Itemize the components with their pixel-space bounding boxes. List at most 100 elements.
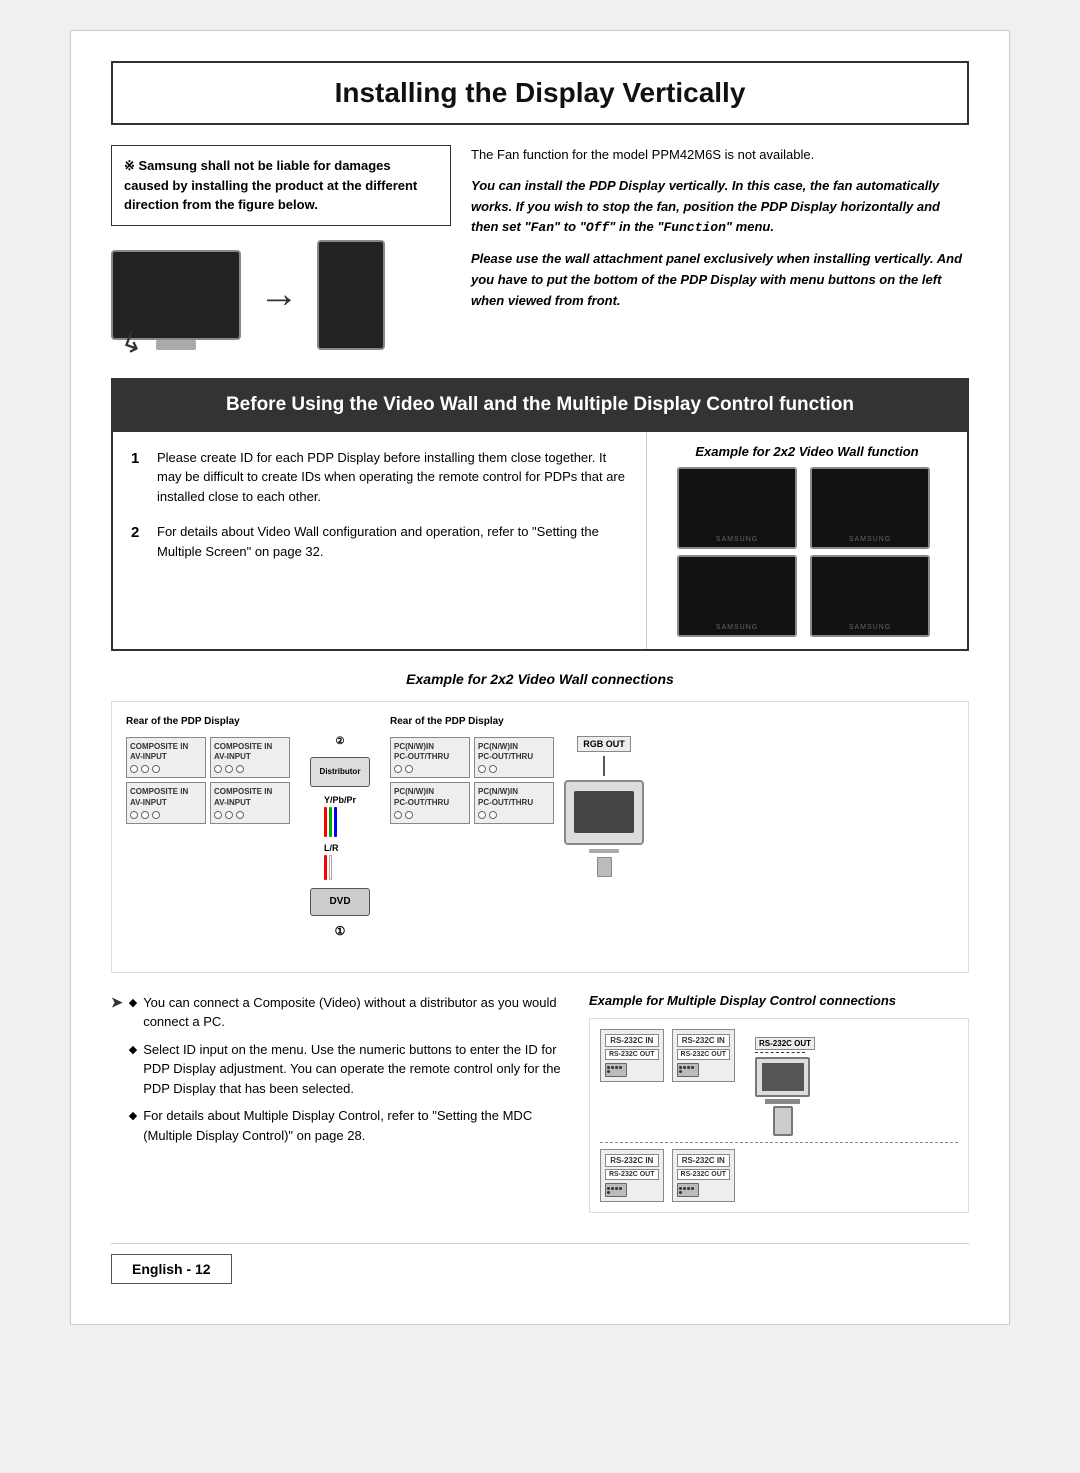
comp-tower — [773, 1106, 793, 1136]
video-wall-grid — [677, 467, 937, 637]
left-column: ※ Samsung shall not be liable for damage… — [111, 145, 451, 350]
wall-attachment-note: Please use the wall attachment panel exc… — [471, 249, 969, 311]
rgb-out-section: RGB OUT — [564, 716, 644, 877]
vw-cell-2 — [810, 467, 930, 549]
circle-2: ② — [336, 736, 345, 747]
arrow-text: ➤ You can connect a Composite (Video) wi… — [111, 993, 569, 1154]
circle-1: ① — [335, 924, 346, 938]
dashed-connector — [755, 1052, 805, 1054]
cable-section: Y/Pb/Pr L/R — [324, 795, 356, 880]
monitor-screen — [574, 791, 634, 833]
bottom-section: ➤ You can connect a Composite (Video) wi… — [111, 993, 969, 1214]
section2-body: 1 Please create ID for each PDP Display … — [111, 432, 969, 651]
port-dot — [236, 811, 244, 819]
port-dot — [214, 765, 222, 773]
bottom-right: Example for Multiple Display Control con… — [589, 993, 969, 1214]
left-pdp-section: Rear of the PDP Display COMPOSITE INAV-I… — [126, 716, 290, 825]
mdc-cell-3: RS-232C IN RS-232C OUT — [600, 1149, 664, 1202]
distributor-section: ② Distributor Y/Pb/Pr L/R — [300, 716, 380, 958]
monitor-stand — [589, 849, 619, 853]
mdc-title: Example for Multiple Display Control con… — [589, 993, 969, 1008]
port-dot — [394, 811, 402, 819]
vw-cell-4 — [810, 555, 930, 637]
page-title: Installing the Display Vertically — [133, 77, 947, 109]
bullet-item-1: You can connect a Composite (Video) with… — [129, 993, 569, 1032]
computer-tower-small — [597, 857, 612, 877]
dvd-device: DVD — [310, 888, 370, 916]
pdp-cell-3: COMPOSITE INAV-INPUT — [126, 782, 206, 824]
port-dot — [489, 765, 497, 773]
rear-label-2: Rear of the PDP Display — [390, 716, 554, 727]
port-dot — [236, 765, 244, 773]
display-illustration: ↰ → — [111, 240, 451, 350]
mdc-port-3 — [605, 1183, 627, 1197]
port-dot — [141, 765, 149, 773]
item-text-2: For details about Video Wall configurati… — [157, 522, 628, 561]
right-pdp-section: Rear of the PDP Display PC(N/W)INPC-OUT/… — [390, 716, 954, 877]
warning-text: ※ Samsung shall not be liable for damage… — [124, 158, 417, 212]
section2-left: 1 Please create ID for each PDP Display … — [113, 432, 647, 649]
pdp-grid-right: PC(N/W)INPC-OUT/THRU PC(N/W)INPC-OUT/THR… — [390, 737, 554, 825]
mdc-cell-2: RS-232C IN RS-232C OUT — [672, 1029, 736, 1082]
port-dot — [489, 811, 497, 819]
computer-monitor-icon — [564, 780, 644, 845]
port-dot — [405, 811, 413, 819]
section2-title: Before Using the Video Wall and the Mult… — [111, 378, 969, 432]
warning-box: ※ Samsung shall not be liable for damage… — [111, 145, 451, 226]
bottom-left: ➤ You can connect a Composite (Video) wi… — [111, 993, 569, 1162]
cable-blue — [334, 807, 337, 837]
pdp-cell-2: COMPOSITE INAV-INPUT — [210, 737, 290, 779]
y-pb-pr-label: Y/Pb/Pr — [324, 795, 356, 805]
bullet-item-3: For details about Multiple Display Contr… — [129, 1106, 569, 1145]
video-wall-example-label: Example for 2x2 Video Wall function — [695, 444, 918, 459]
dashed-divider — [600, 1142, 958, 1143]
port-dot — [152, 765, 160, 773]
rear-label-1: Rear of the PDP Display — [126, 716, 290, 727]
pdp-cell-r2: PC(N/W)INPC-OUT/THRU — [474, 737, 554, 779]
item-number-1: 1 — [131, 448, 147, 507]
comp-screen — [762, 1063, 804, 1091]
pdp-cell-r4: PC(N/W)INPC-OUT/THRU — [474, 782, 554, 824]
port-dot — [405, 765, 413, 773]
vertical-monitor-icon — [317, 240, 385, 350]
arrow-symbol: ➤ — [111, 994, 123, 1154]
fan-note: The Fan function for the model PPM42M6S … — [471, 145, 969, 166]
port-dot — [214, 811, 222, 819]
mdc-cell-1: RS-232C IN RS-232C OUT — [600, 1029, 664, 1082]
pdp-cell-r1: PC(N/W)INPC-OUT/THRU — [390, 737, 470, 779]
cable-audio-red — [324, 855, 327, 880]
port-dot — [394, 765, 402, 773]
top-section: ※ Samsung shall not be liable for damage… — [111, 145, 969, 350]
connections-section: Example for 2x2 Video Wall connections R… — [111, 671, 969, 973]
port-dot — [225, 811, 233, 819]
port-dot — [478, 765, 486, 773]
install-instructions: You can install the PDP Display vertical… — [471, 176, 969, 239]
pdp-cell-4: COMPOSITE INAV-INPUT — [210, 782, 290, 824]
port-dot — [130, 765, 138, 773]
connections-diagram: Rear of the PDP Display COMPOSITE INAV-I… — [111, 701, 969, 973]
comp-monitor — [755, 1057, 810, 1097]
mdc-bottom-row: RS-232C IN RS-232C OUT — [600, 1149, 958, 1202]
port-dot — [225, 765, 233, 773]
right-computer-icon — [755, 1057, 810, 1136]
vw-cell-3 — [677, 555, 797, 637]
footer: English - 12 — [111, 1243, 969, 1284]
port-dot — [141, 811, 149, 819]
port-dot — [478, 811, 486, 819]
numbered-item-1: 1 Please create ID for each PDP Display … — [131, 448, 628, 507]
rs232c-out-right-label: RS-232C OUT — [755, 1037, 815, 1050]
title-box: Installing the Display Vertically — [111, 61, 969, 125]
item-number-2: 2 — [131, 522, 147, 561]
pdp-grid-left: COMPOSITE INAV-INPUT COMPOSITE INAV-INPU… — [126, 737, 290, 825]
pdp-cell-1: COMPOSITE INAV-INPUT — [126, 737, 206, 779]
mdc-port-1 — [605, 1063, 627, 1077]
comp-base — [765, 1099, 800, 1104]
bullet-list: You can connect a Composite (Video) with… — [129, 993, 569, 1154]
distributor-device: Distributor — [310, 757, 370, 787]
page: Installing the Display Vertically ※ Sams… — [70, 30, 1010, 1325]
footer-text: English - 12 — [111, 1254, 232, 1284]
mdc-diagram: RS-232C IN RS-232C OUT — [589, 1018, 969, 1214]
port-dot — [130, 811, 138, 819]
port-dot — [152, 811, 160, 819]
bullet-item-2: Select ID input on the menu. Use the num… — [129, 1040, 569, 1099]
